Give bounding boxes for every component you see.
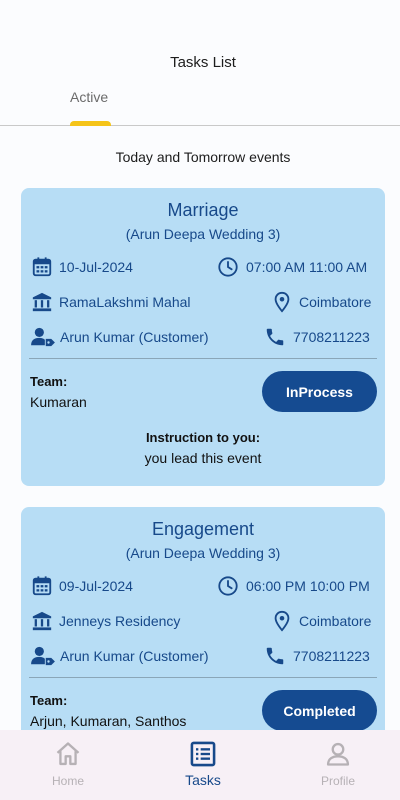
instruction-text: you lead this event: [144, 450, 262, 466]
nav-tasks-label: Tasks: [185, 772, 221, 788]
section-heading: Today and Tomorrow events: [115, 149, 291, 165]
event-phone[interactable]: 7708211223: [293, 329, 370, 345]
calendar-icon: [32, 576, 52, 596]
nav-home-label: Home: [51, 774, 84, 788]
customer-icon: [31, 327, 55, 347]
phone-icon[interactable]: [264, 645, 286, 667]
tab-active[interactable]: Active: [70, 89, 108, 105]
app-header: Tasks List Active: [0, 0, 400, 126]
date-time-row: 09-Jul-2024 06:00 PM 10:00 PM: [21, 575, 385, 599]
calendar-icon: [32, 257, 52, 277]
tab-indicator: [70, 121, 111, 126]
clock-icon: [218, 576, 238, 596]
event-customer: Arun Kumar (Customer): [60, 648, 209, 664]
nav-tasks[interactable]: Tasks: [153, 730, 253, 800]
event-title: Engagement: [151, 519, 255, 539]
team-value: Arjun, Kumaran, Santhos: [30, 713, 187, 729]
event-customer: Arun Kumar (Customer): [60, 329, 209, 345]
event-date: 10-Jul-2024: [59, 259, 133, 275]
event-time: 06:00 PM 10:00 PM: [246, 578, 370, 594]
status-button[interactable]: Completed: [262, 690, 377, 731]
event-subtitle: (Arun Deepa Wedding 3): [125, 545, 281, 561]
nav-home[interactable]: Home: [18, 730, 118, 800]
bank-icon: [32, 611, 52, 631]
event-city: Coimbatore: [299, 613, 372, 629]
event-subtitle: (Arun Deepa Wedding 3): [125, 226, 281, 242]
phone-icon[interactable]: [264, 326, 286, 348]
page-title: Tasks List: [170, 54, 236, 71]
event-card[interactable]: Marriage (Arun Deepa Wedding 3) 10-Jul-2…: [21, 188, 385, 486]
list-icon: [190, 741, 216, 767]
bank-icon: [32, 292, 52, 312]
bottom-navigation: Home Tasks Profile: [0, 730, 400, 800]
venue-row: Jenneys Residency Coimbatore: [21, 610, 385, 634]
instruction-label: Instruction to you:: [145, 430, 261, 445]
customer-row: Arun Kumar (Customer) 7708211223: [21, 326, 385, 350]
team-label: Team:: [30, 374, 68, 389]
date-time-row: 10-Jul-2024 07:00 AM 11:00 AM: [21, 256, 385, 280]
event-venue: Jenneys Residency: [59, 613, 181, 629]
home-icon: [56, 742, 80, 766]
location-pin-icon: [274, 291, 290, 313]
event-date: 09-Jul-2024: [59, 578, 133, 594]
clock-icon: [218, 257, 238, 277]
nav-profile[interactable]: Profile: [288, 730, 388, 800]
customer-row: Arun Kumar (Customer) 7708211223: [21, 645, 385, 669]
status-button[interactable]: InProcess: [262, 371, 377, 412]
venue-row: RamaLakshmi Mahal Coimbatore: [21, 291, 385, 315]
location-pin-icon: [274, 610, 290, 632]
divider: [29, 677, 377, 678]
divider: [29, 358, 377, 359]
team-label: Team:: [30, 693, 68, 708]
event-time: 07:00 AM 11:00 AM: [246, 259, 368, 275]
nav-profile-label: Profile: [320, 774, 355, 788]
customer-icon: [31, 646, 55, 666]
event-city: Coimbatore: [299, 294, 372, 310]
person-icon: [326, 742, 350, 766]
event-title: Marriage: [167, 200, 239, 220]
event-card[interactable]: Engagement (Arun Deepa Wedding 3) 09-Jul…: [21, 507, 385, 747]
event-venue: RamaLakshmi Mahal: [59, 294, 191, 310]
event-phone[interactable]: 7708211223: [293, 648, 370, 664]
team-value: Kumaran: [30, 394, 87, 410]
